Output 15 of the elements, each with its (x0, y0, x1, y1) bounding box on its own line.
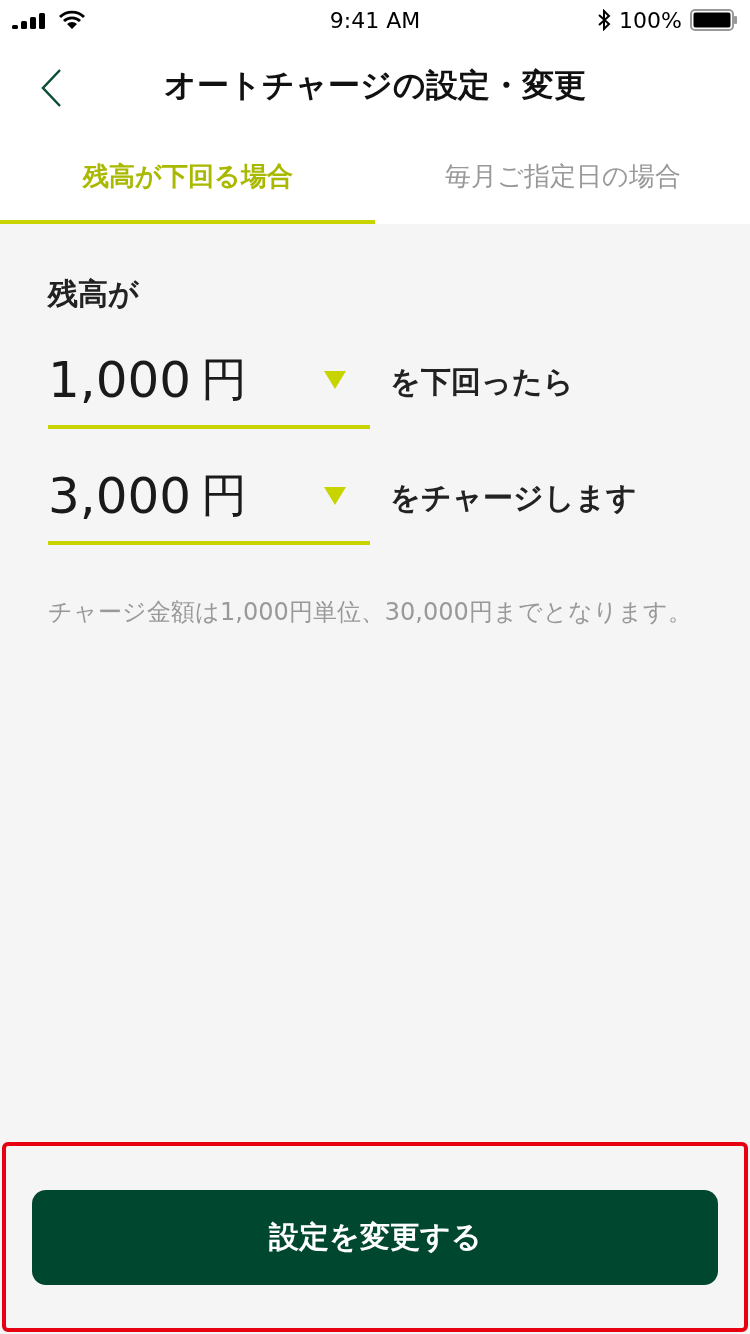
dropdown-triangle-icon (324, 487, 346, 505)
note-text: チャージ金額は1,000円単位、30,000円までとなります。 (48, 597, 693, 628)
page-title: オートチャージの設定・変更 (164, 65, 586, 106)
dropdown-triangle-icon (324, 371, 346, 389)
amount-suffix: をチャージします (390, 478, 637, 517)
balance-label: 残高が (48, 275, 140, 313)
amount-dropdown[interactable]: 3,000 円 (48, 451, 370, 545)
bluetooth-icon (597, 9, 612, 31)
change-settings-button[interactable]: 設定を変更する (32, 1189, 718, 1285)
battery-icon (690, 9, 738, 31)
amount-dropdown[interactable]: 1,000 円 (48, 335, 370, 429)
battery-percent: 100% (619, 7, 682, 33)
wifi-icon (58, 10, 86, 30)
amount-suffix: を下回ったら (390, 362, 574, 401)
status-time: 9:41 AM (329, 7, 421, 33)
